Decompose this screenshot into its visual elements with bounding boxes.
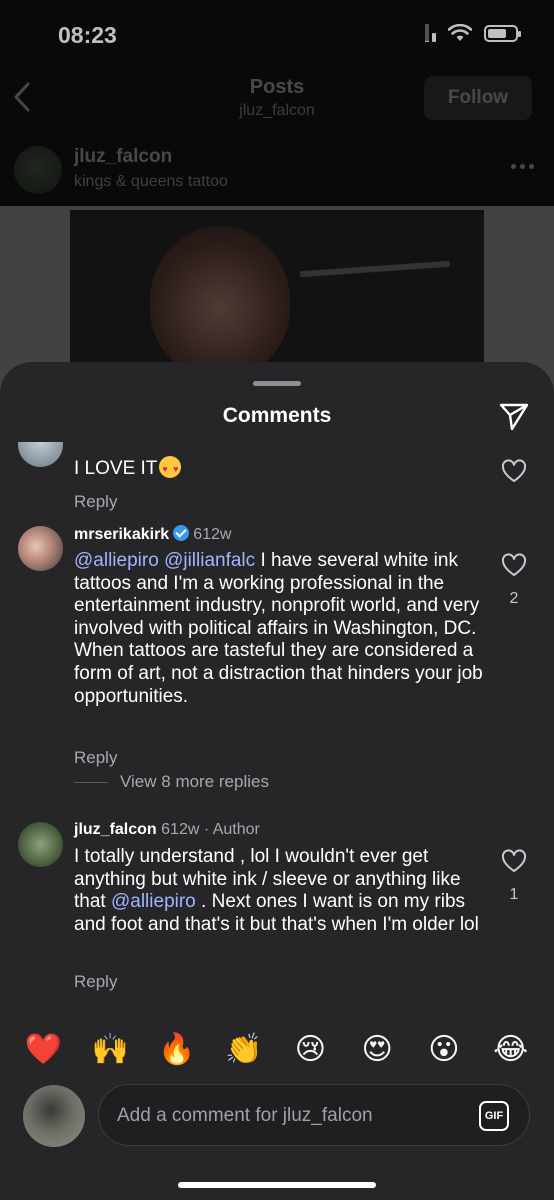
sheet-grabber[interactable] <box>253 381 301 386</box>
commenter-username[interactable]: mrserikakirk <box>74 526 169 543</box>
comment-input[interactable] <box>117 1105 457 1127</box>
comment-item: I LOVE IT Reply <box>0 442 554 522</box>
current-user-avatar <box>23 1085 85 1147</box>
comments-sheet: Comments I LOVE IT Reply mrserikakirk 612… <box>0 362 554 1200</box>
share-icon[interactable] <box>498 400 530 432</box>
comment-composer[interactable]: GIF <box>98 1084 530 1146</box>
commenter-username[interactable]: jluz_falcon <box>74 821 157 838</box>
verified-badge-icon <box>173 525 190 541</box>
tears-of-joy-emoji-icon[interactable]: 😂 <box>489 1028 533 1072</box>
reply-button[interactable]: Reply <box>74 972 117 992</box>
sheet-title: Comments <box>222 404 332 427</box>
mention-link[interactable]: @alliepiro <box>74 550 159 571</box>
comments-list[interactable]: I LOVE IT Reply mrserikakirk 612w @alliep… <box>0 442 554 1010</box>
mention-link[interactable]: @alliepiro <box>111 891 196 912</box>
comment-item: jluz_falcon 612w · Author I totally unde… <box>0 821 554 1010</box>
red-heart-emoji-icon[interactable]: ❤️ <box>21 1028 65 1072</box>
like-heart-icon[interactable] <box>501 553 527 577</box>
gif-button[interactable]: GIF <box>479 1101 509 1131</box>
comment-header: mrserikakirk 612w <box>74 525 231 544</box>
surprised-face-emoji-icon[interactable]: 😮 <box>422 1028 466 1072</box>
comment-text: I totally understand , lol I wouldn't ev… <box>74 846 479 935</box>
comment-time: 612w <box>193 526 232 543</box>
like-heart-icon[interactable] <box>501 459 527 483</box>
raising-hands-emoji-icon[interactable]: 🙌 <box>88 1028 132 1072</box>
like-count: 1 <box>509 886 519 903</box>
author-tag: · Author <box>203 821 260 838</box>
heart-eyes-emoji-icon[interactable]: 😍 <box>355 1028 399 1072</box>
clapping-hands-emoji-icon[interactable]: 👏 <box>222 1028 266 1072</box>
comment-time: 612w <box>161 821 200 838</box>
comment-text: I LOVE IT <box>74 456 484 481</box>
commenter-avatar[interactable] <box>18 526 63 571</box>
mention-link[interactable]: @jillianfalc <box>164 550 255 571</box>
commenter-avatar[interactable] <box>18 822 63 867</box>
home-indicator[interactable] <box>178 1182 376 1188</box>
reply-button[interactable]: Reply <box>74 492 117 512</box>
like-count: 2 <box>509 590 519 607</box>
quick-emoji-bar: ❤️ 🙌 🔥 👏 😢 😍 😮 😂 <box>0 1020 554 1080</box>
like-heart-icon[interactable] <box>501 849 527 873</box>
view-more-replies-button[interactable]: View 8 more replies <box>74 772 269 792</box>
crying-face-emoji-icon[interactable]: 😢 <box>288 1028 332 1072</box>
commenter-avatar[interactable] <box>18 442 63 467</box>
comment-item: mrserikakirk 612w @alliepiro @jillianfalc… <box>0 525 554 806</box>
heart-eyes-emoji-icon <box>159 456 182 481</box>
comment-header: jluz_falcon 612w · Author <box>74 821 260 839</box>
reply-button[interactable]: Reply <box>74 748 117 768</box>
fire-emoji-icon[interactable]: 🔥 <box>155 1028 199 1072</box>
comment-text: @alliepiro @jillianfalc I have several w… <box>74 550 483 707</box>
